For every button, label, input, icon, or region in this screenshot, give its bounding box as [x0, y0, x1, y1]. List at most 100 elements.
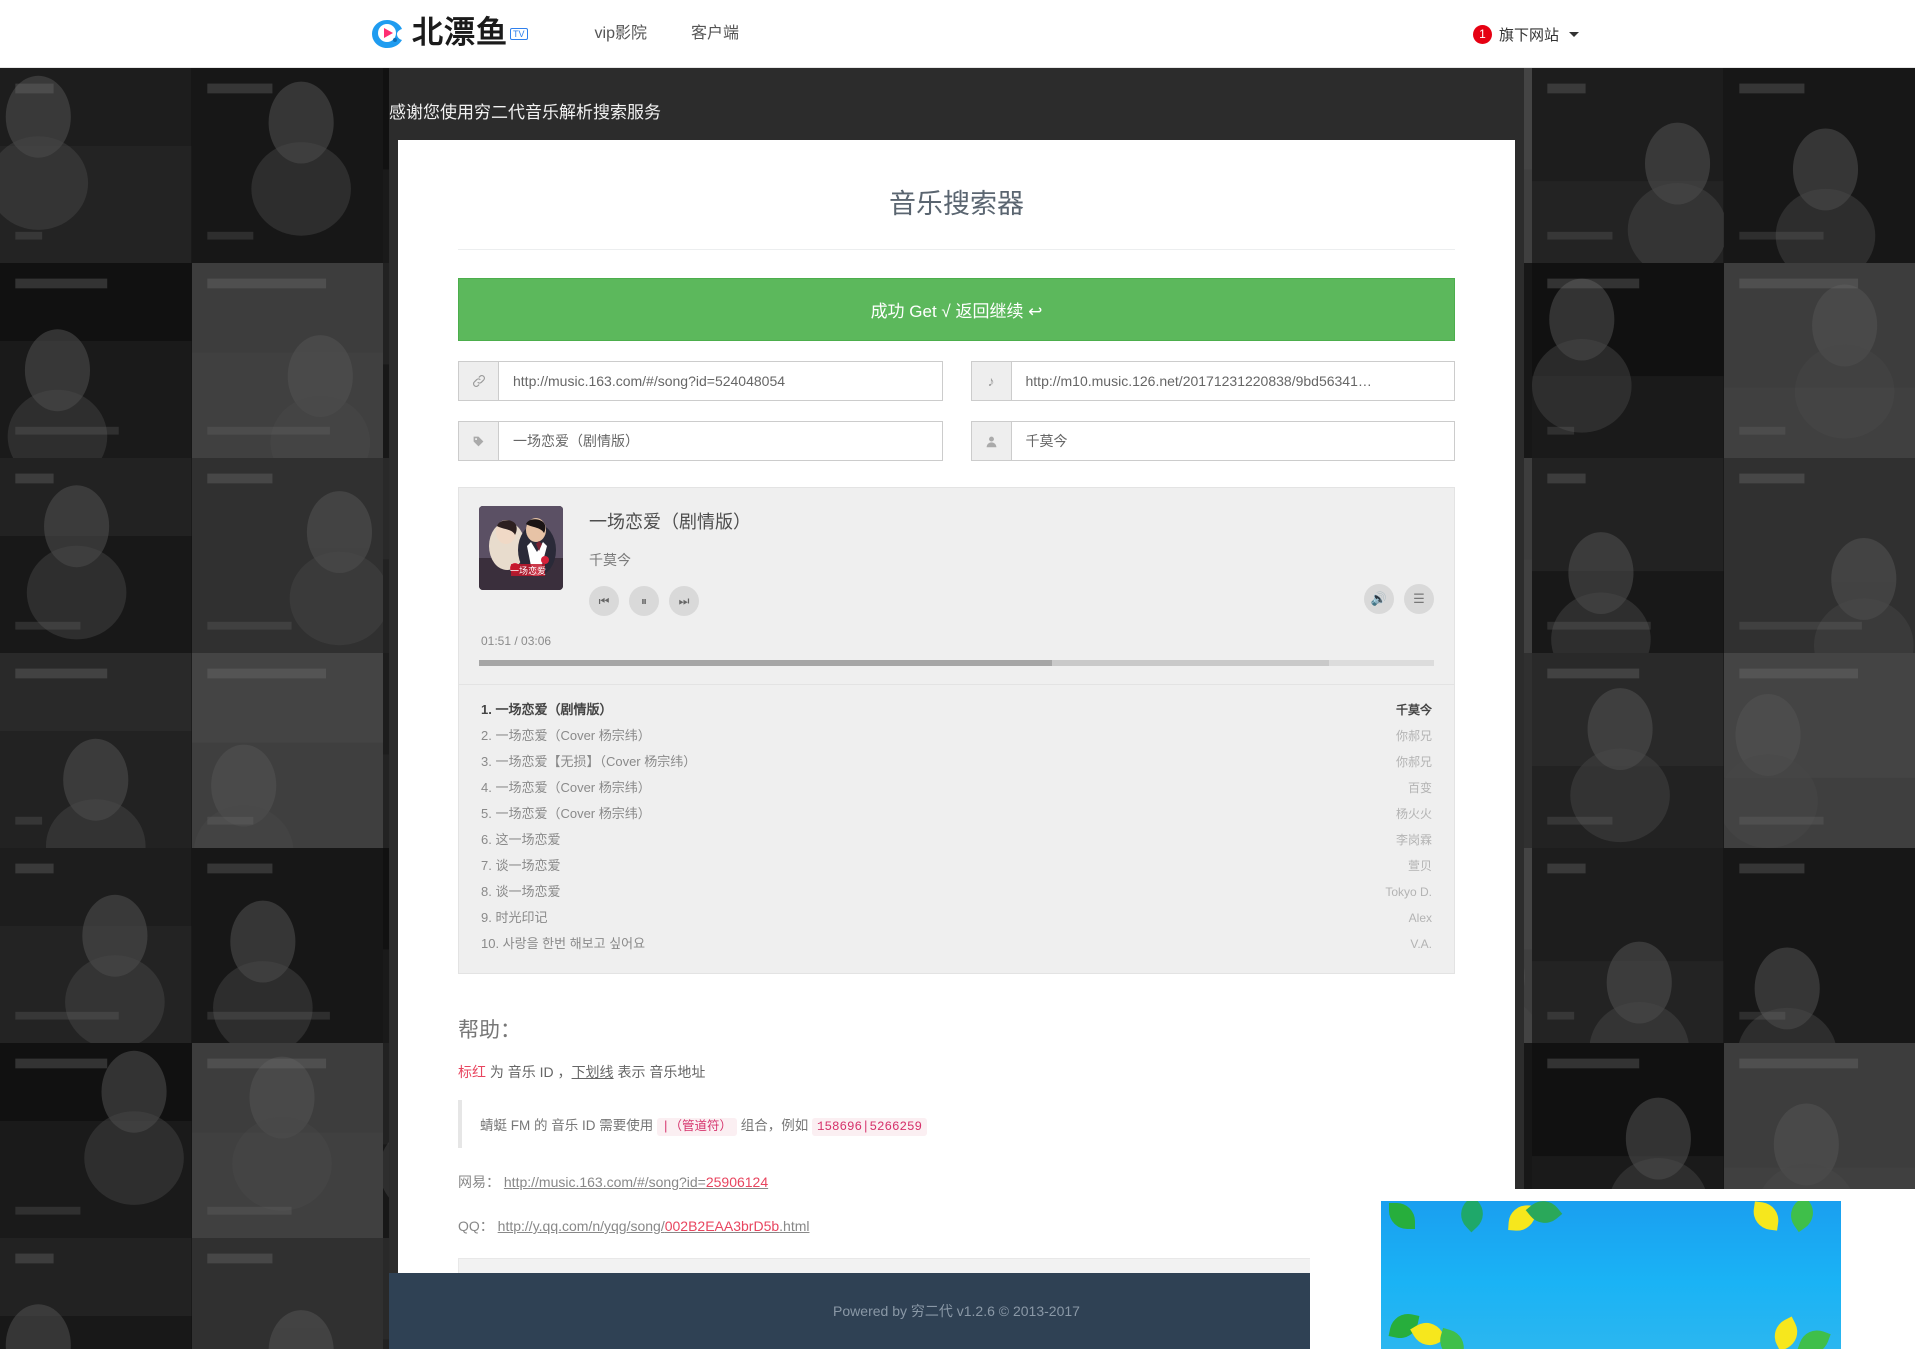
- background-album-tile: [0, 263, 192, 458]
- example-netease-id: 25906124: [705, 1174, 769, 1190]
- song-artist-input[interactable]: 千莫今: [1010, 421, 1455, 461]
- help-legend-red: 标红: [458, 1064, 486, 1080]
- example-netease: 网易： http://music.163.com/#/song?id=25906…: [458, 1172, 1455, 1192]
- playlist-item[interactable]: 4. 一场恋爱（Cover 杨宗纬） 百变: [481, 775, 1432, 801]
- nav-sites-label: 旗下网站: [1498, 26, 1559, 44]
- playlist-item-name: 6. 这一场恋爱: [481, 832, 561, 847]
- volume-icon[interactable]: 🔊: [1364, 584, 1394, 614]
- nav-link-vip[interactable]: vip影院: [573, 0, 669, 68]
- background-album-tile: [1532, 458, 1724, 653]
- example-qq-id: 002B2EAA3brD5b: [664, 1218, 780, 1234]
- background-album-tile: [191, 1043, 383, 1238]
- song-page-url-group: http://music.163.com/#/song?id=524048054: [458, 361, 943, 401]
- song-page-url-input[interactable]: http://music.163.com/#/song?id=524048054: [498, 361, 943, 401]
- next-track-icon[interactable]: ⏭: [669, 586, 699, 616]
- playlist-toggle-icon[interactable]: ☰: [1404, 584, 1434, 614]
- example-qq: QQ： http://y.qq.com/n/yqg/song/002B2EAA3…: [458, 1216, 1455, 1236]
- leaf-decoration-icon: [1525, 1201, 1563, 1231]
- background-album-tile: [1723, 68, 1915, 263]
- nav-link-client[interactable]: 客户端: [669, 0, 761, 68]
- leaf-decoration-icon: [1797, 1325, 1831, 1349]
- help-legend-mid: 为 音乐 ID ，: [486, 1064, 572, 1080]
- help-quote-mid: 组合，例如: [737, 1118, 813, 1133]
- background-album-tile: [1532, 68, 1724, 263]
- thanks-text: 感谢您使用穷二代音乐解析搜索服务: [389, 102, 661, 122]
- success-alert[interactable]: 成功 Get √ 返回继续 ↩: [458, 278, 1455, 341]
- example-qq-link[interactable]: http://y.qq.com/n/yqg/song/002B2EAA3brD5…: [498, 1218, 810, 1234]
- playlist-item[interactable]: 8. 谈一场恋爱 Tokyo D.: [481, 879, 1432, 905]
- leaf-decoration-icon: [1389, 1203, 1415, 1229]
- playlist-item-artist: Alex: [1408, 911, 1432, 925]
- player-secondary-controls: 🔊 ☰: [1364, 584, 1434, 616]
- background-album-tile: [1723, 653, 1915, 848]
- background-album-tile: [191, 458, 383, 653]
- playlist-item[interactable]: 1. 一场恋爱（剧情版） 千莫今: [481, 697, 1432, 723]
- link-icon: [458, 361, 498, 401]
- playlist-item-artist: 你郝兄: [1395, 755, 1432, 769]
- playlist-item-artist: V.A.: [1410, 937, 1432, 951]
- playlist-item-artist: 萱贝: [1407, 859, 1432, 873]
- previous-track-icon[interactable]: ⏮: [589, 586, 619, 616]
- leaf-decoration-icon: [1751, 1201, 1781, 1231]
- playlist-item-artist: 杨火火: [1395, 807, 1432, 821]
- background-album-tile: [191, 848, 383, 1043]
- background-album-tile: [0, 653, 192, 848]
- song-title-input[interactable]: 一场恋爱（剧情版）: [498, 421, 943, 461]
- playlist-item[interactable]: 6. 这一场恋爱 李岗霖: [481, 827, 1432, 853]
- fish-logo-icon: [368, 15, 406, 53]
- background-album-tile: [1723, 458, 1915, 653]
- example-qq-label: QQ：: [458, 1218, 494, 1234]
- playlist-item-artist: 百变: [1407, 781, 1432, 795]
- example-qq-suffix: .html: [779, 1218, 810, 1234]
- leaf-decoration-icon: [1783, 1201, 1821, 1233]
- nav-links: vip影院 客户端: [573, 0, 761, 68]
- song-file-url-input[interactable]: http://m10.music.126.net/20171231220838/…: [1010, 361, 1455, 401]
- top-navbar: 北漂鱼 TV vip影院 客户端 1 旗下网站: [0, 0, 1915, 68]
- help-quote-pre: 蜻蜓 FM 的 音乐 ID 需要使用: [480, 1118, 657, 1133]
- playlist-item-artist: 你郝兄: [1395, 729, 1432, 743]
- playlist-item[interactable]: 10. 사랑을 한번 해보고 싶어요 V.A.: [481, 931, 1432, 957]
- brand-name: 北漂鱼: [412, 15, 508, 51]
- playlist-item[interactable]: 9. 时光印记 Alex: [481, 905, 1432, 931]
- leaf-decoration-icon: [1453, 1201, 1491, 1233]
- svg-text:一场恋爱: 一场恋爱: [510, 565, 546, 577]
- song-file-url-group: ♪ http://m10.music.126.net/2017123122083…: [970, 361, 1455, 401]
- background-album-tile: [0, 1238, 192, 1349]
- playlist: 1. 一场恋爱（剧情版） 千莫今 2. 一场恋爱（Cover 杨宗纬） 你郝兄 3. 一…: [458, 685, 1455, 974]
- help-quote: 蜻蜓 FM 的 音乐 ID 需要使用 |（管道符） 组合，例如 158696|5…: [458, 1100, 1455, 1148]
- ad-overlay[interactable]: [1310, 1189, 1915, 1349]
- background-album-tile: [191, 263, 383, 458]
- playlist-item-artist: 千莫今: [1395, 703, 1432, 717]
- tag-icon: [458, 421, 498, 461]
- playlist-item[interactable]: 3. 一场恋爱【无损】（Cover 杨宗纬） 你郝兄: [481, 749, 1432, 775]
- nav-sites-dropdown[interactable]: 1 旗下网站: [1472, 0, 1579, 68]
- brand-logo[interactable]: 北漂鱼 TV: [368, 15, 528, 53]
- help-legend: 标红 为 音乐 ID ，下划线 表示 音乐地址: [458, 1062, 1455, 1082]
- background-album-tile: [191, 653, 383, 848]
- field-row-meta: 一场恋爱（剧情版） 千莫今: [458, 421, 1455, 461]
- help-code-example: 158696|5266259: [812, 1118, 928, 1136]
- background-album-tile: [0, 848, 192, 1043]
- example-netease-prefix: http://music.163.com/#/song?id=: [503, 1174, 706, 1190]
- background-album-tile: [0, 1043, 192, 1238]
- playlist-item[interactable]: 2. 一场恋爱（Cover 杨宗纬） 你郝兄: [481, 723, 1432, 749]
- player-controls: ⏮ ⏸ ⏭: [589, 586, 699, 616]
- help-legend-end: 表示 音乐地址: [613, 1064, 706, 1080]
- playlist-item[interactable]: 7. 谈一场恋爱 萱贝: [481, 853, 1432, 879]
- pause-icon[interactable]: ⏸: [629, 586, 659, 616]
- playlist-item-name: 8. 谈一场恋爱: [481, 884, 561, 899]
- playlist-item-name: 4. 一场恋爱（Cover 杨宗纬）: [481, 780, 651, 795]
- album-cover: 一场恋爱: [479, 506, 563, 590]
- music-note-icon: ♪: [970, 361, 1011, 401]
- ad-banner[interactable]: [1381, 1201, 1841, 1349]
- background-album-tile: [0, 458, 192, 653]
- playlist-item-artist: 李岗霖: [1395, 833, 1432, 847]
- notification-badge: 1: [1472, 24, 1492, 44]
- playlist-item[interactable]: 5. 一场恋爱（Cover 杨宗纬） 杨火火: [481, 801, 1432, 827]
- progress-bar[interactable]: [479, 660, 1434, 666]
- background-album-tile: [0, 68, 192, 263]
- audio-player: 一场恋爱 一场恋爱（剧情版） 千莫今 ⏮ ⏸ ⏭ 🔊 ☰ 01:51 / 03:…: [458, 487, 1455, 685]
- user-icon: [970, 421, 1011, 461]
- player-song-artist: 千莫今: [589, 552, 631, 568]
- example-netease-link[interactable]: http://music.163.com/#/song?id=25906124: [504, 1174, 768, 1190]
